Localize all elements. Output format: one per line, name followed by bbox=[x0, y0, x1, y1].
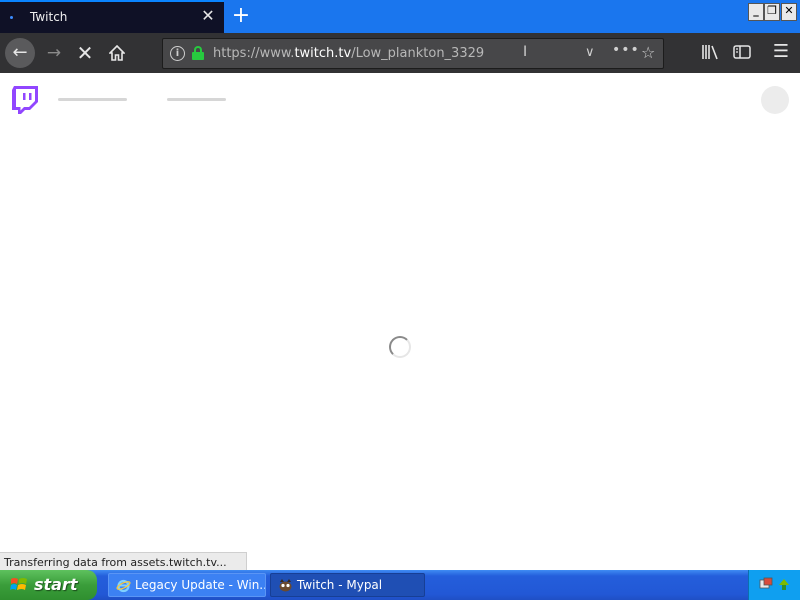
tab-favicon-icon bbox=[10, 16, 13, 19]
twitch-logo-icon[interactable] bbox=[12, 86, 38, 114]
menu-button[interactable]: ☰ bbox=[768, 39, 794, 65]
url-text[interactable]: https://www.twitch.tv/Low_plankton_3329 bbox=[213, 46, 484, 61]
tab-close-icon[interactable]: ✕ bbox=[198, 6, 218, 26]
tab-strip: Twitch ✕ + _ ❐ ✕ bbox=[0, 0, 800, 33]
minimize-button[interactable]: _ bbox=[748, 3, 764, 21]
nav-skeleton-placeholder bbox=[58, 98, 127, 101]
taskbar: start Legacy Update - Win... Twitch - My… bbox=[0, 570, 800, 600]
tray-update-icon[interactable] bbox=[777, 577, 791, 591]
internet-explorer-icon bbox=[116, 579, 131, 593]
close-window-button[interactable]: ✕ bbox=[781, 3, 797, 21]
start-button[interactable]: start bbox=[0, 570, 97, 600]
stop-button[interactable]: ✕ bbox=[71, 39, 99, 67]
tab-twitch[interactable]: Twitch ✕ bbox=[0, 0, 224, 33]
url-dropdown-chevron-icon[interactable]: ∨ bbox=[585, 45, 595, 60]
address-bar[interactable]: i https://www.twitch.tv/Low_plankton_332… bbox=[162, 38, 664, 69]
windows-flag-icon bbox=[10, 578, 27, 590]
library-button[interactable] bbox=[697, 39, 723, 65]
tab-title: Twitch bbox=[30, 10, 68, 24]
bookmark-star-icon[interactable]: ☆ bbox=[641, 43, 655, 62]
sidebar-icon bbox=[733, 45, 751, 59]
loading-spinner-icon bbox=[389, 336, 411, 358]
nav-skeleton-placeholder bbox=[167, 98, 226, 101]
taskbar-item-twitch-mypal[interactable]: Twitch - Mypal bbox=[270, 573, 425, 597]
library-icon bbox=[702, 45, 718, 60]
taskbar-item-label: Legacy Update - Win... bbox=[135, 578, 266, 592]
taskbar-item-label: Twitch - Mypal bbox=[297, 578, 383, 592]
mypal-browser-icon bbox=[279, 579, 292, 592]
home-icon bbox=[108, 44, 126, 61]
sidebar-button[interactable] bbox=[729, 39, 755, 65]
start-label: start bbox=[34, 575, 78, 594]
taskbar-item-legacy-update[interactable]: Legacy Update - Win... bbox=[108, 573, 266, 597]
system-tray bbox=[748, 570, 800, 600]
tray-app-icon[interactable] bbox=[759, 577, 773, 591]
home-button[interactable] bbox=[103, 39, 131, 67]
site-info-icon[interactable]: i bbox=[170, 46, 185, 61]
status-bar: Transferring data from assets.twitch.tv.… bbox=[0, 552, 247, 570]
secure-lock-icon[interactable] bbox=[192, 46, 204, 60]
forward-button[interactable]: → bbox=[40, 39, 68, 67]
page-actions-menu-icon[interactable]: ••• bbox=[612, 42, 640, 58]
back-button[interactable]: ← bbox=[5, 38, 35, 68]
navigation-toolbar: ← → ✕ i https://www.twitch.tv/Low_plankt… bbox=[0, 33, 800, 73]
restore-button[interactable]: ❐ bbox=[764, 3, 780, 21]
text-cursor-icon: I bbox=[523, 44, 528, 60]
avatar-skeleton-placeholder bbox=[761, 86, 789, 114]
new-tab-button[interactable]: + bbox=[230, 3, 252, 29]
